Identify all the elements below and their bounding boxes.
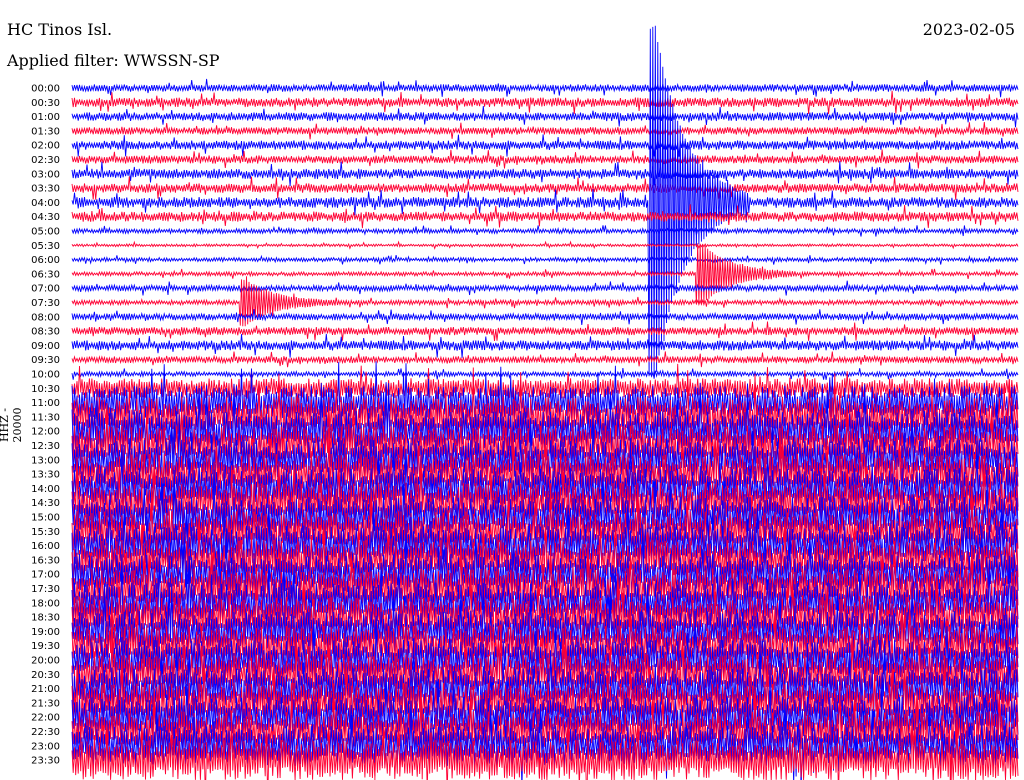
row-time-label: 01:00 — [31, 112, 60, 123]
row-time-label: 16:00 — [31, 541, 60, 552]
row-time-label: 04:30 — [31, 212, 60, 223]
row-time-label: 18:30 — [31, 613, 60, 624]
row-time-label: 20:30 — [31, 670, 60, 681]
row-time-label: 19:00 — [31, 627, 60, 638]
row-time-label: 11:00 — [31, 398, 60, 409]
row-time-label: 23:30 — [31, 756, 60, 767]
row-time-label: 08:30 — [31, 327, 60, 338]
row-time-label: 22:00 — [31, 713, 60, 724]
row-time-label: 07:00 — [31, 284, 60, 295]
row-time-label: 22:30 — [31, 727, 60, 738]
row-time-label: 00:30 — [31, 98, 60, 109]
row-time-label: 00:00 — [31, 84, 60, 95]
row-time-label: 13:00 — [31, 455, 60, 466]
row-time-label: 09:00 — [31, 341, 60, 352]
trace-row-0630 — [71, 243, 1019, 305]
trace-row-0230 — [71, 149, 1019, 169]
row-time-label: 09:30 — [31, 355, 60, 366]
trace-row-0600 — [71, 254, 1019, 265]
trace-row-1000 — [71, 368, 1019, 380]
trace-row-0430 — [71, 204, 1019, 229]
trace-row-0700 — [71, 280, 1019, 296]
helicorder-plot: 00:00 00:30 01:00 01:30 02:00 02:30 03:00 03:30… — [31, 25, 1019, 780]
row-time-label: 18:00 — [31, 598, 60, 609]
row-time-label: 21:30 — [31, 698, 60, 709]
row-time-label: 02:30 — [31, 155, 60, 166]
row-time-label: 16:30 — [31, 555, 60, 566]
row-time-label: 14:00 — [31, 484, 60, 495]
row-time-label: 12:30 — [31, 441, 60, 452]
trace-row-0200 — [71, 134, 1019, 157]
trace-row-0130 — [71, 122, 1019, 140]
row-time-label: 12:00 — [31, 427, 60, 438]
row-time-label: 19:30 — [31, 641, 60, 652]
trace-row-0500 — [71, 225, 1019, 237]
trace-row-0100 — [71, 106, 1019, 128]
row-time-label: 21:00 — [31, 684, 60, 695]
trace-row-0930 — [71, 351, 1019, 368]
trace-row-0800 — [71, 309, 1019, 326]
trace-row-0030 — [71, 90, 1019, 114]
row-time-label: 23:00 — [31, 741, 60, 752]
row-time-label: 06:30 — [31, 269, 60, 280]
row-time-label: 11:30 — [31, 412, 60, 423]
trace-row-0830 — [71, 321, 1019, 341]
row-time-label: 07:30 — [31, 298, 60, 309]
row-time-label: 06:00 — [31, 255, 60, 266]
trace-row-0400 — [71, 25, 1019, 379]
row-time-label: 15:00 — [31, 513, 60, 524]
row-time-label: 02:00 — [31, 141, 60, 152]
row-time-label: 01:30 — [31, 126, 60, 137]
row-time-label: 20:00 — [31, 656, 60, 667]
row-time-label: 13:30 — [31, 470, 60, 481]
row-time-label: 14:30 — [31, 498, 60, 509]
row-time-label: 03:30 — [31, 184, 60, 195]
row-time-label: 04:00 — [31, 198, 60, 209]
row-time-label: 03:00 — [31, 169, 60, 180]
row-time-label: 17:00 — [31, 570, 60, 581]
row-time-label: 15:30 — [31, 527, 60, 538]
row-time-label: 08:00 — [31, 312, 60, 323]
row-time-label: 17:30 — [31, 584, 60, 595]
row-time-label: 05:00 — [31, 227, 60, 238]
trace-row-0330 — [71, 176, 1019, 200]
row-time-label: 10:30 — [31, 384, 60, 395]
trace-row-0300 — [71, 161, 1019, 187]
row-time-label: 05:30 — [31, 241, 60, 252]
row-time-label: 10:00 — [31, 370, 60, 381]
trace-row-0900 — [71, 333, 1019, 358]
trace-row-0530 — [71, 240, 1019, 250]
